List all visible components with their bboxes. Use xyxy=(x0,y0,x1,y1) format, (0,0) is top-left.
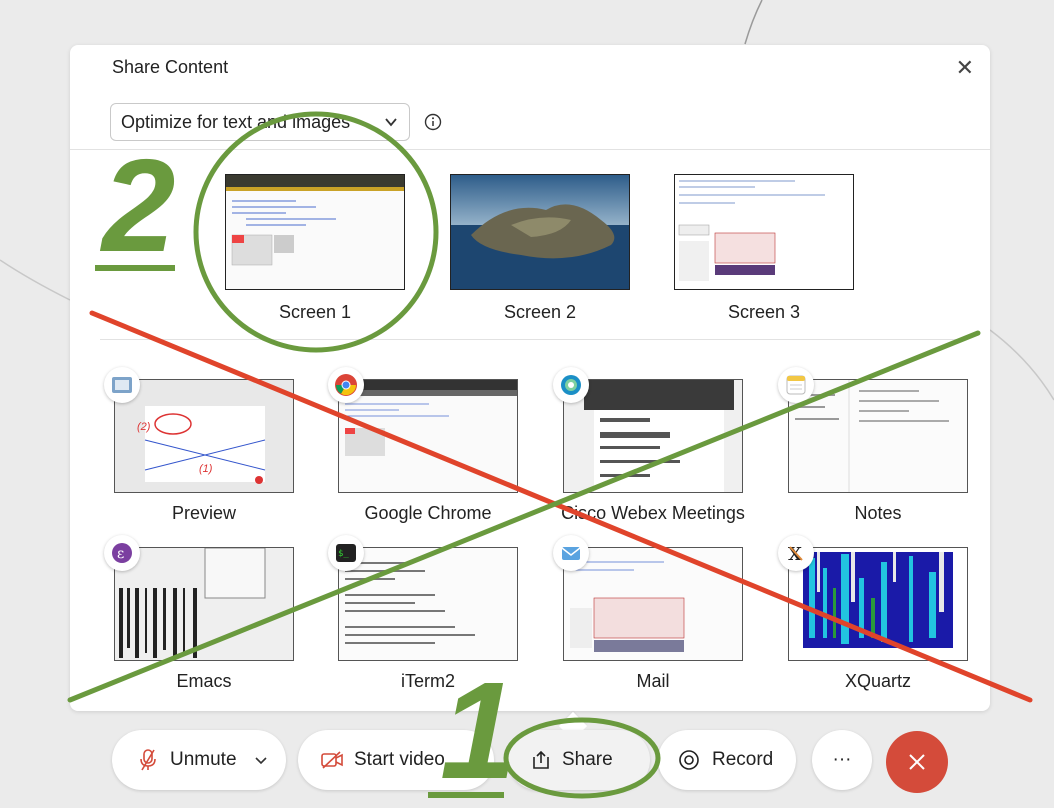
mail-thumbnail xyxy=(563,547,743,661)
close-icon[interactable]: ✕ xyxy=(956,55,974,81)
chrome-thumbnail xyxy=(338,379,518,493)
more-options-button[interactable]: ··· xyxy=(812,730,872,790)
dialog-title: Share Content xyxy=(112,57,229,77)
step-one-annotation: 1 xyxy=(440,654,517,808)
webex-app-icon xyxy=(553,367,589,403)
screen-2-label: Screen 2 xyxy=(503,302,577,322)
iterm2-app-icon: $_ xyxy=(328,535,364,571)
app-preview-label: Preview xyxy=(171,503,237,523)
chrome-app-icon xyxy=(328,367,364,403)
svg-text:$_: $_ xyxy=(338,549,349,559)
screen-3-label: Screen 3 xyxy=(727,302,801,322)
end-meeting-button[interactable] xyxy=(886,731,948,793)
screen-3-thumbnail xyxy=(674,174,854,290)
app-notes-label: Notes xyxy=(854,503,902,523)
notes-thumbnail xyxy=(788,379,968,493)
share-button[interactable]: Share xyxy=(508,730,650,790)
app-xquartz-label: XQuartz xyxy=(844,671,912,691)
chevron-down-icon xyxy=(385,118,397,127)
mail-app-icon xyxy=(553,535,589,571)
notes-app-icon xyxy=(778,367,814,403)
divider xyxy=(70,149,990,150)
preview-thumbnail: (2) (1) xyxy=(114,379,294,493)
close-icon xyxy=(909,754,925,770)
microphone-muted-icon xyxy=(140,749,156,771)
screen-2-thumbnail xyxy=(450,174,630,290)
video-off-icon xyxy=(321,751,343,769)
iterm2-thumbnail xyxy=(338,547,518,661)
unmute-button[interactable]: Unmute xyxy=(112,730,286,790)
info-icon[interactable] xyxy=(424,113,442,131)
app-mail-label: Mail xyxy=(636,671,670,691)
share-content-dialog: Share Content ✕ Optimize for text and im… xyxy=(70,45,990,711)
emacs-thumbnail xyxy=(114,547,294,661)
screen-1-label: Screen 1 xyxy=(278,302,352,322)
record-icon xyxy=(679,750,699,770)
screen-1-option[interactable]: Screen 1 xyxy=(225,174,405,323)
record-label: Record xyxy=(712,749,774,770)
record-button[interactable]: Record xyxy=(658,730,796,790)
chevron-down-icon[interactable] xyxy=(253,752,269,768)
xquartz-thumbnail xyxy=(788,547,968,661)
xquartz-app-icon: X xyxy=(778,535,814,571)
app-webex-label: Cisco Webex Meetings xyxy=(561,503,745,523)
emacs-app-icon: ε xyxy=(104,535,140,571)
step-two-annotation: 2 xyxy=(102,132,176,279)
optimize-select-value: Optimize for text and images xyxy=(121,111,351,132)
webex-thumbnail xyxy=(563,379,743,493)
annotation-mark-2: (2) xyxy=(137,421,151,433)
screen-1-thumbnail xyxy=(225,174,405,290)
svg-text:ε: ε xyxy=(117,546,124,562)
annotation-mark-1: (1) xyxy=(199,463,213,475)
screen-2-option[interactable]: Screen 2 xyxy=(450,174,630,323)
start-video-label: Start video xyxy=(354,749,445,770)
divider xyxy=(100,339,960,340)
more-icon: ··· xyxy=(832,749,852,770)
screen-3-option[interactable]: Screen 3 xyxy=(674,174,854,323)
preview-app-icon xyxy=(104,367,140,403)
app-google-chrome-label: Google Chrome xyxy=(364,503,492,523)
share-label: Share xyxy=(562,749,613,770)
app-emacs-label: Emacs xyxy=(176,671,232,691)
share-icon xyxy=(533,750,549,769)
unmute-label: Unmute xyxy=(170,749,237,770)
